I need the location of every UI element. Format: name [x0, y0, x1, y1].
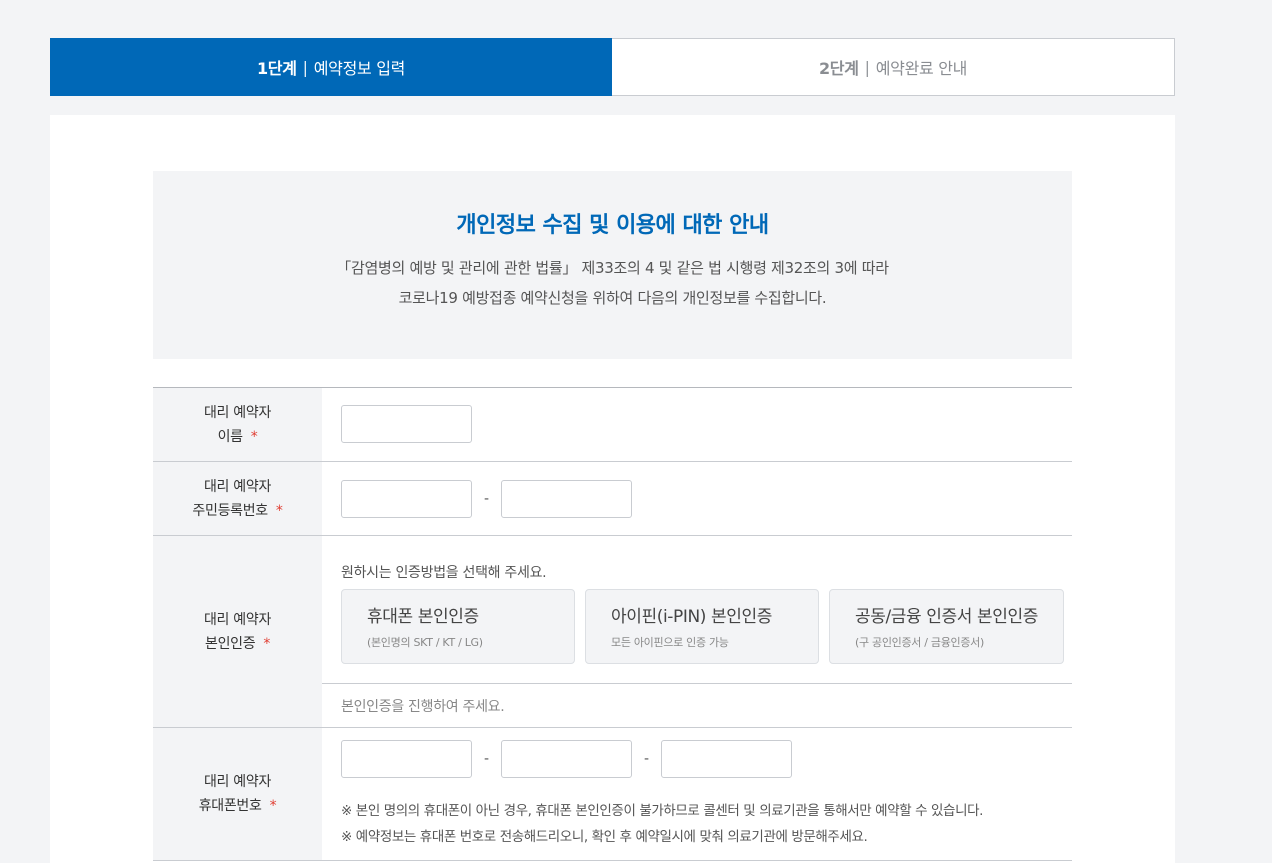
phone-label: 대리 예약자 휴대폰번호 * [153, 728, 322, 860]
auth-status: 본인인증을 진행하여 주세요. [322, 683, 1072, 716]
name-label-line1: 대리 예약자 [203, 404, 272, 421]
step-separator: | [302, 57, 308, 77]
auth-label-text: 본인인증 [204, 635, 256, 652]
auth-label-line1: 대리 예약자 [203, 611, 272, 628]
phone-note-2: ※ 예약정보는 휴대폰 번호로 전송해드리오니, 확인 후 예약일시에 맞춰 의… [341, 829, 868, 845]
required-mark: * [275, 502, 283, 519]
required-mark: * [263, 635, 271, 652]
auth-options: 휴대폰 본인인증 (본인명의 SKT / KT / LG) 아이핀(i-PIN)… [341, 589, 1074, 664]
notice-line-2: 코로나19 예방접종 예약신청을 위하여 다음의 개인정보를 수집합니다. [398, 289, 827, 307]
ipin-auth-title: 아이핀(i-PIN) 본인인증 [611, 607, 772, 627]
auth-row: 대리 예약자 본인인증 * 원하시는 인증방법을 선택해 주세요. 휴대폰 본인인… [153, 536, 1072, 728]
name-row: 대리 예약자 이름 * [153, 388, 1072, 462]
phone-note-1: ※ 본인 명의의 휴대폰이 아닌 경우, 휴대폰 본인인증이 불가하므로 콜센터… [341, 803, 984, 819]
rrn-back-input[interactable] [501, 480, 632, 518]
phone-label-line1: 대리 예약자 [203, 774, 272, 790]
phone-part1-input[interactable] [341, 740, 472, 778]
rrn-separator: - [483, 491, 490, 507]
phone-label-text: 휴대폰번호 [198, 798, 262, 814]
phone-notes: ※ 본인 명의의 휴대폰이 아닌 경우, 휴대폰 본인인증이 불가하므로 콜센터… [341, 798, 1072, 850]
step-separator: | [864, 57, 870, 77]
name-label-text: 이름 [217, 428, 243, 445]
phone-auth-title: 휴대폰 본인인증 [367, 607, 479, 627]
phone-separator-2: - [643, 751, 650, 767]
name-field-cell [322, 388, 1072, 461]
phone-field-cell: - - ※ 본인 명의의 휴대폰이 아닌 경우, 휴대폰 본인인증이 불가하므로 … [322, 728, 1072, 860]
privacy-notice: 개인정보 수집 및 이용에 대한 안내 「감염병의 예방 및 관리에 관한 법률… [153, 171, 1072, 359]
notice-description: 「감염병의 예방 및 관리에 관한 법률」 제33조의 4 및 같은 법 시행령… [153, 253, 1072, 313]
phone-auth-button[interactable]: 휴대폰 본인인증 (본인명의 SKT / KT / LG) [341, 589, 575, 664]
certificate-auth-subtitle: (구 공인인증서 / 금융인증서) [855, 636, 984, 649]
step-2-label: 예약완료 안내 [875, 59, 968, 78]
ipin-auth-button[interactable]: 아이핀(i-PIN) 본인인증 모든 아이핀으로 인증 가능 [585, 589, 819, 664]
required-mark: * [269, 798, 277, 814]
step-2-number: 2단계 [818, 59, 859, 78]
proxy-name-input[interactable] [341, 405, 472, 443]
name-label-line2: 이름 * [218, 425, 258, 449]
step-indicator: 1단계 | 예약정보 입력 2단계 | 예약완료 안내 [50, 38, 1175, 96]
phone-label-line2: 휴대폰번호 * [199, 794, 277, 818]
form-panel: 개인정보 수집 및 이용에 대한 안내 「감염병의 예방 및 관리에 관한 법률… [50, 115, 1175, 863]
name-label: 대리 예약자 이름 * [153, 388, 322, 461]
rrn-label-line2: 주민등록번호 * [192, 499, 282, 523]
auth-hint: 원하시는 인증방법을 선택해 주세요. [341, 565, 547, 581]
rrn-label: 대리 예약자 주민등록번호 * [153, 462, 322, 535]
step-1-number: 1단계 [256, 59, 297, 78]
step-1: 1단계 | 예약정보 입력 [50, 38, 612, 96]
required-mark: * [250, 428, 258, 445]
auth-label-line2: 본인인증 * [205, 632, 270, 656]
step-2: 2단계 | 예약완료 안내 [612, 39, 1174, 95]
phone-row: 대리 예약자 휴대폰번호 * - - ※ 본인 명의의 휴대폰이 아닌 경우, 휴대… [153, 728, 1072, 861]
rrn-label-line1: 대리 예약자 [203, 478, 272, 495]
phone-part3-input[interactable] [661, 740, 792, 778]
auth-field-cell: 원하시는 인증방법을 선택해 주세요. 휴대폰 본인인증 (본인명의 SKT /… [322, 536, 1072, 727]
rrn-label-text: 주민등록번호 [192, 502, 268, 519]
auth-label: 대리 예약자 본인인증 * [153, 536, 322, 727]
rrn-field-cell: - [322, 462, 1072, 535]
rrn-row: 대리 예약자 주민등록번호 * - [153, 462, 1072, 536]
phone-part2-input[interactable] [501, 740, 632, 778]
notice-line-1: 「감염병의 예방 및 관리에 관한 법률」 제33조의 4 및 같은 법 시행령… [336, 259, 889, 277]
notice-title: 개인정보 수집 및 이용에 대한 안내 [456, 213, 769, 238]
ipin-auth-subtitle: 모든 아이핀으로 인증 가능 [611, 636, 729, 649]
reservation-form: 대리 예약자 이름 * 대리 예약자 주민등록번호 * - 대리 예약자 본인인증 *… [153, 387, 1072, 861]
step-1-label: 예약정보 입력 [313, 59, 406, 78]
certificate-auth-button[interactable]: 공동/금융 인증서 본인인증 (구 공인인증서 / 금융인증서) [829, 589, 1064, 664]
phone-separator-1: - [483, 751, 490, 767]
rrn-front-input[interactable] [341, 480, 472, 518]
certificate-auth-title: 공동/금융 인증서 본인인증 [855, 607, 1038, 627]
phone-auth-subtitle: (본인명의 SKT / KT / LG) [367, 636, 483, 649]
